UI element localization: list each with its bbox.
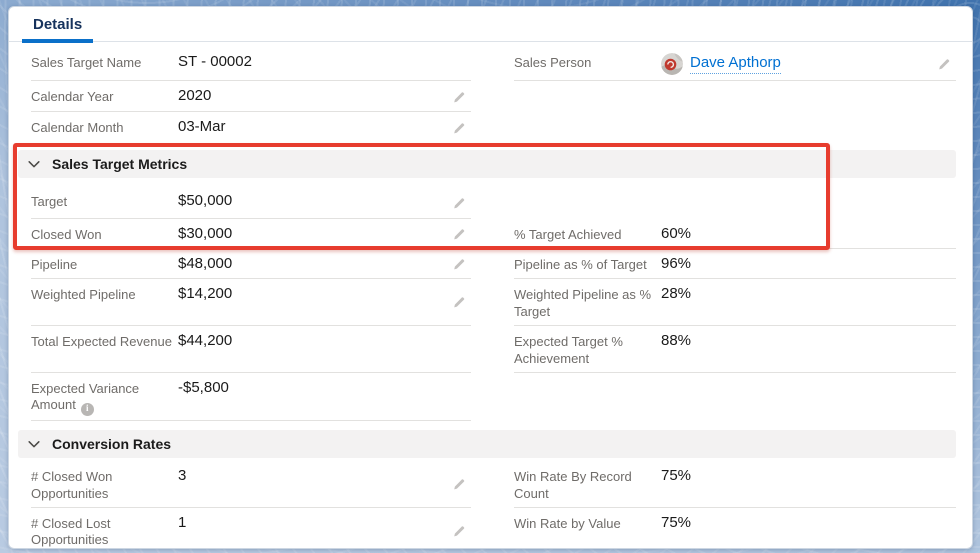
edit-icon[interactable] [452,478,465,491]
info-icon[interactable]: i [80,402,94,416]
field-label: Win Rate By Record Count [514,468,632,501]
chevron-down-icon [28,161,40,168]
tab-bar: Details [9,7,972,43]
field-weighted-pipeline-pct-target: Weighted Pipeline as % Target 28% [514,279,956,326]
field-value: $48,000 [178,255,233,272]
field-win-rate-by-value: Win Rate by Value 75% [514,508,956,548]
empty-cell [514,373,956,421]
field-sales-target-name: Sales Target Name ST - 00002 [31,42,471,81]
field-value: 88% [661,331,692,349]
field-label: Weighted Pipeline [31,287,136,302]
field-value: $44,200 [178,331,233,349]
chevron-down-icon [28,440,40,448]
field-value: $50,000 [178,192,233,209]
field-pct-target-achieved: % Target Achieved 60% [514,219,956,249]
section-conversion-rates[interactable]: Conversion Rates [18,429,956,458]
field-label: Win Rate by Value [514,515,621,531]
field-label: Pipeline as % of Target [514,257,647,272]
field-pipeline: Pipeline $48,000 [31,249,471,279]
field-label: Sales Target Name [31,55,142,70]
field-closed-lost-opportunities: # Closed Lost Opportunities 1 [31,508,471,548]
field-label: Weighted Pipeline as % Target [514,287,652,319]
field-label: Expected Target % Achievement [514,333,623,366]
field-label: Sales Person [514,55,592,70]
field-value: 96% [661,255,692,272]
edit-icon[interactable] [452,296,465,309]
field-value: 28% [661,285,692,302]
field-value: 3 [178,466,187,484]
field-target: Target $50,000 [31,178,471,219]
field-value: 2020 [178,87,212,104]
field-win-rate-by-record-count: Win Rate By Record Count 75% [514,458,956,508]
field-closed-won-opportunities: # Closed Won Opportunities 3 [31,458,471,508]
tab-details[interactable]: Details [22,9,94,43]
field-value: -$5,800 [178,378,229,396]
field-closed-won: Closed Won $30,000 [31,219,471,249]
field-total-expected-revenue: Total Expected Revenue $44,200 [31,326,471,373]
field-value: $30,000 [178,225,233,242]
empty-cell [514,81,956,112]
field-pipeline-pct-of-target: Pipeline as % of Target 96% [514,249,956,279]
section-title: Conversion Rates [52,435,172,452]
field-value: 75% [661,466,692,484]
edit-icon[interactable] [937,58,950,71]
edit-icon[interactable] [452,228,465,241]
field-calendar-year: Calendar Year 2020 [31,81,471,112]
field-value: $14,200 [178,285,233,302]
field-sales-person: Sales Person Dave Apthorp [514,42,956,81]
field-label: Closed Won [31,227,102,242]
field-label: Calendar Month [31,120,124,135]
field-value: 60% [661,225,692,242]
field-calendar-month: Calendar Month 03-Mar [31,112,471,144]
record-detail-content: Sales Target Name ST - 00002 Sales Perso… [9,42,972,548]
empty-cell [514,178,956,219]
edit-icon[interactable] [452,122,465,135]
field-label: # Closed Won Opportunities [31,468,113,501]
avatar [661,53,683,75]
field-label: Pipeline [31,257,78,272]
field-label: Target [31,194,68,209]
field-value: ST - 00002 [178,53,252,70]
field-label: Total Expected Revenue [31,333,172,349]
edit-icon[interactable] [452,525,465,538]
empty-cell [514,112,956,144]
field-expected-variance-amount: Expected Variance Amount i -$5,800 [31,373,471,421]
edit-icon[interactable] [452,258,465,271]
field-weighted-pipeline: Weighted Pipeline $14,200 [31,279,471,326]
details-panel: Details Sales Target Name ST - 00002 Sal… [8,6,973,549]
field-value: 03-Mar [178,118,226,135]
edit-icon[interactable] [452,197,465,210]
field-label: # Closed Lost Opportunities [31,515,111,548]
edit-icon[interactable] [452,91,465,104]
field-value: 75% [661,513,692,531]
section-sales-target-metrics[interactable]: Sales Target Metrics [18,150,956,178]
section-title: Sales Target Metrics [52,156,188,172]
field-expected-target-pct-achievement: Expected Target % Achievement 88% [514,326,956,373]
field-value: 1 [178,513,187,531]
field-label: % Target Achieved [514,227,622,242]
field-label: Calendar Year [31,89,114,104]
field-label: Expected Variance Amount i [31,379,178,416]
sales-person-link[interactable]: Dave Apthorp [690,54,781,74]
